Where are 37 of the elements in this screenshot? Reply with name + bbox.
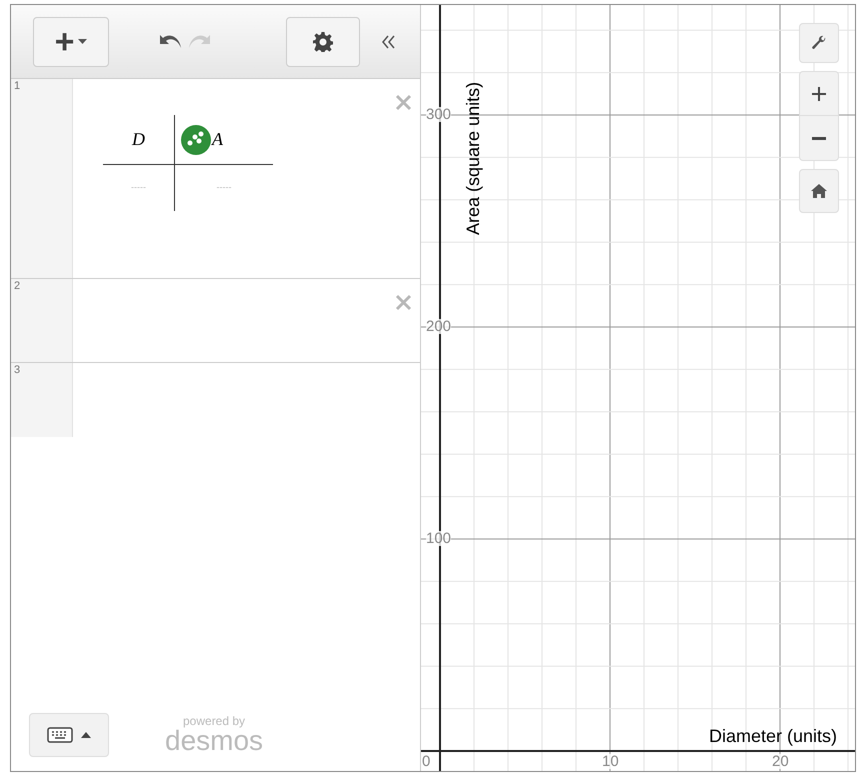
redo-arrow-icon [187, 34, 211, 50]
caret-up-icon [81, 732, 91, 738]
home-button[interactable] [799, 169, 839, 213]
y-axis-label: Area (square units) [462, 82, 484, 235]
close-icon [394, 294, 412, 310]
row-number: 2 [14, 280, 20, 292]
settings-wrench-button[interactable] [799, 23, 839, 63]
column-header: A [212, 128, 223, 151]
double-chevron-icon [380, 34, 396, 50]
table-cell-placeholder[interactable]: ----- [216, 181, 232, 195]
gear-icon [313, 32, 333, 52]
keyboard-icon [47, 727, 73, 743]
powered-by-text: powered by [183, 715, 246, 727]
y-tick-label: 300 [426, 107, 452, 122]
close-icon [394, 94, 412, 110]
x-tick-label: 0 [422, 754, 430, 769]
point-style-icon[interactable] [181, 124, 211, 154]
home-icon [811, 184, 827, 198]
y-tick-label: 200 [426, 319, 452, 334]
add-item-button[interactable]: + [33, 16, 109, 66]
caret-icon [78, 39, 88, 44]
settings-button[interactable] [286, 16, 360, 66]
undo-arrow-icon [159, 34, 183, 50]
wrench-icon [811, 35, 827, 51]
x-tick-label: 20 [772, 754, 789, 769]
row-number: 1 [14, 80, 20, 92]
keyboard-button[interactable] [29, 713, 109, 757]
row-number: 3 [14, 364, 20, 376]
desmos-branding[interactable]: powered by desmos [165, 715, 264, 755]
desmos-logo-text: desmos [165, 727, 264, 755]
x-axis-label: Diameter (units) [708, 727, 837, 745]
minus-icon [812, 136, 826, 140]
x-tick-label: 10 [602, 754, 619, 769]
y-tick-label: 100 [426, 531, 452, 546]
column-header: D [132, 128, 145, 151]
plus-icon [812, 86, 826, 100]
table-cell-placeholder[interactable]: ----- [131, 181, 146, 195]
